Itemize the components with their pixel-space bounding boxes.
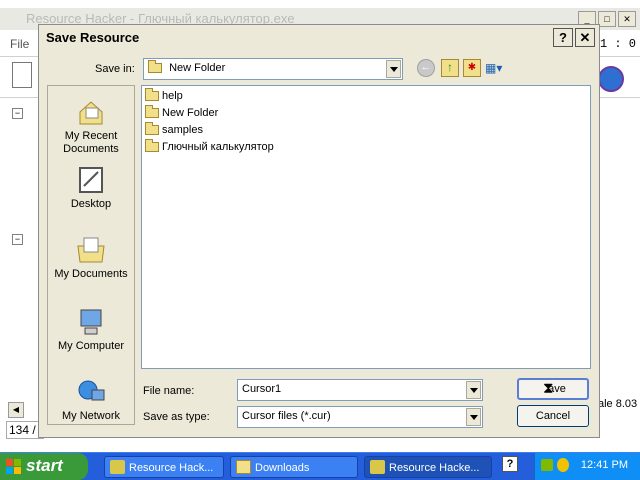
file-name-value: Cursor1 xyxy=(242,383,282,395)
file-name-field[interactable]: Cursor1 xyxy=(237,379,483,401)
place-label: My Network xyxy=(61,410,121,422)
my-computer-icon xyxy=(76,308,106,336)
taskbar-item[interactable]: Downloads xyxy=(230,456,358,478)
up-folder-icon[interactable]: ↑ xyxy=(441,59,459,77)
list-item[interactable]: samples xyxy=(145,122,203,138)
list-item[interactable]: New Folder xyxy=(145,105,218,121)
folder-icon xyxy=(236,460,251,474)
taskbar: start Resource Hack... Downloads Resourc… xyxy=(0,452,640,480)
place-label: My Computer xyxy=(57,340,125,352)
save-in-value: New Folder xyxy=(148,60,225,74)
chevron-down-icon[interactable] xyxy=(466,381,481,399)
start-button[interactable]: start xyxy=(0,453,88,480)
resource-hacker-icon xyxy=(110,460,125,474)
back-icon[interactable]: ← xyxy=(417,59,435,77)
save-in-label: Save in: xyxy=(95,63,135,75)
maximize-icon[interactable]: □ xyxy=(598,11,616,27)
recent-documents-icon xyxy=(76,98,106,126)
resource-tree: − − xyxy=(8,104,39,404)
view-menu-icon[interactable]: ▦▾ xyxy=(485,59,509,77)
windows-flag-icon xyxy=(6,459,21,474)
place-label: My Recent Documents xyxy=(63,130,119,155)
chevron-down-icon[interactable] xyxy=(466,408,481,426)
resource-hacker-icon xyxy=(370,460,385,474)
network-icon[interactable] xyxy=(541,459,553,471)
folder-icon xyxy=(145,122,159,136)
system-tray: 12:41 PM xyxy=(534,453,640,480)
place-label: Desktop xyxy=(70,198,112,210)
place-my-computer[interactable]: My Computer xyxy=(48,308,134,353)
save-in-dropdown[interactable]: New Folder xyxy=(143,58,403,80)
save-as-type-label: Save as type: xyxy=(143,411,210,423)
chevron-down-icon[interactable] xyxy=(386,60,401,78)
file-list: help New Folder samples Глючный калькуля… xyxy=(141,85,591,369)
menu-file[interactable]: File xyxy=(10,37,29,51)
help-icon[interactable]: ? xyxy=(502,456,518,472)
my-documents-icon xyxy=(76,236,106,264)
file-name-label: File name: xyxy=(143,385,195,397)
save-resource-dialog: Save Resource ? ✕ Save in: New Folder ← … xyxy=(38,24,600,438)
tree-collapse-icon[interactable]: − xyxy=(12,108,23,119)
list-item[interactable]: Глючный калькулятор xyxy=(145,139,274,155)
taskbar-item[interactable]: Resource Hack... xyxy=(104,456,224,478)
taskbar-item[interactable]: Resource Hacke... xyxy=(364,456,492,478)
close-button[interactable]: ✕ xyxy=(575,28,595,47)
desktop-icon xyxy=(76,166,106,194)
place-recent[interactable]: My Recent Documents xyxy=(48,98,134,156)
globe-icon[interactable] xyxy=(598,66,624,92)
folder-icon xyxy=(145,88,159,102)
clock: 12:41 PM xyxy=(580,459,628,471)
list-item[interactable]: help xyxy=(145,88,183,104)
save-as-type-dropdown[interactable]: Cursor files (*.cur) xyxy=(237,406,483,428)
new-document-icon[interactable] xyxy=(12,62,32,88)
place-desktop[interactable]: Desktop xyxy=(48,166,134,211)
place-my-network[interactable]: My Network xyxy=(48,378,134,423)
scroll-left-icon[interactable]: ◀ xyxy=(8,402,24,418)
new-folder-icon[interactable]: ✱ xyxy=(463,59,481,77)
save-button[interactable]: ⧗ ave xyxy=(517,378,589,400)
help-button[interactable]: ? xyxy=(553,28,573,47)
folder-icon xyxy=(145,139,159,153)
place-label: My Documents xyxy=(54,268,128,280)
save-as-type-value: Cursor files (*.cur) xyxy=(242,410,331,422)
close-icon[interactable]: ✕ xyxy=(618,11,636,27)
dialog-titlebar: Save Resource ? ✕ xyxy=(39,25,599,49)
folder-icon xyxy=(145,105,159,119)
security-key-icon[interactable] xyxy=(557,458,569,472)
folder-icon xyxy=(148,60,162,74)
cancel-button[interactable]: Cancel xyxy=(517,405,589,427)
dialog-title: Save Resource xyxy=(46,30,140,45)
status-right: ale 8.03 xyxy=(598,398,638,410)
tree-collapse-icon[interactable]: − xyxy=(12,234,23,245)
my-network-icon xyxy=(76,378,106,406)
place-my-documents[interactable]: My Documents xyxy=(48,236,134,281)
places-bar: My Recent Documents Desktop My Documents… xyxy=(47,85,135,425)
